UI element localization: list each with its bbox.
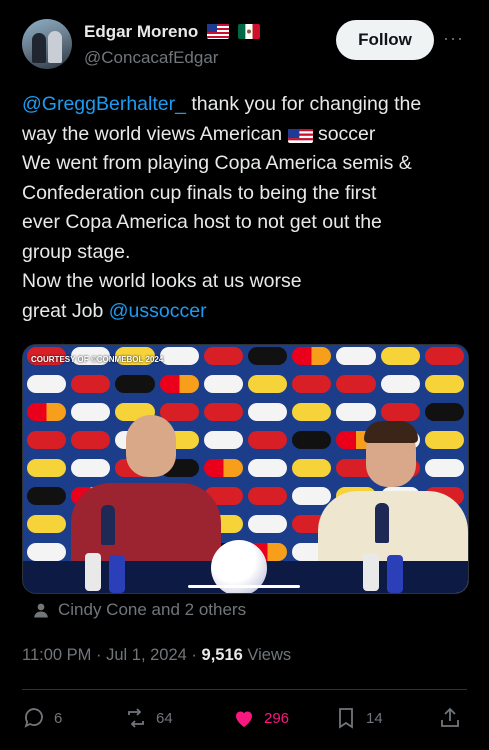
sponsor-logo bbox=[424, 403, 464, 421]
sponsor-logo bbox=[203, 375, 243, 393]
sponsor-logo bbox=[115, 375, 155, 393]
sponsor-logo bbox=[380, 347, 420, 365]
sponsor-logo bbox=[248, 459, 288, 477]
mexico-flag-icon bbox=[237, 24, 260, 39]
tweet-text: @GreggBerhalter_ thank you for changing … bbox=[22, 90, 472, 326]
tweet-line: way the world views American soccer bbox=[22, 122, 376, 145]
sponsor-logo bbox=[248, 347, 288, 365]
media-credit: COURTESY OF ©CONMEBOL 2024 bbox=[31, 355, 164, 364]
bookmark-button[interactable]: 14 bbox=[334, 706, 383, 730]
divider bbox=[22, 689, 467, 690]
sponsor-logo bbox=[380, 375, 420, 393]
post-date[interactable]: Jul 1, 2024 bbox=[106, 646, 187, 664]
us-flag-icon bbox=[287, 126, 313, 143]
like-button[interactable]: 296 bbox=[232, 706, 289, 730]
sponsor-logo bbox=[248, 403, 288, 421]
tweet-line: We went from playing Copa America semis … bbox=[22, 152, 412, 174]
views-count: 9,516 bbox=[201, 646, 243, 664]
sponsor-logo bbox=[203, 347, 243, 365]
reply-icon bbox=[24, 708, 43, 728]
follow-button[interactable]: Follow bbox=[336, 20, 434, 60]
share-icon bbox=[441, 707, 459, 727]
tweet-line: ever Copa America host to not get out th… bbox=[22, 211, 382, 233]
share-button[interactable] bbox=[438, 706, 462, 730]
sponsor-logo bbox=[248, 515, 288, 533]
sponsor-logo bbox=[27, 431, 67, 449]
avatar[interactable] bbox=[22, 19, 72, 69]
media-scrubber[interactable] bbox=[188, 585, 300, 588]
sponsor-logo bbox=[248, 487, 288, 505]
tweet-line: Now the world looks at us worse bbox=[22, 270, 302, 292]
sponsor-logo bbox=[27, 459, 67, 477]
tweet-line: group stage. bbox=[22, 240, 131, 263]
author-name-text[interactable]: Edgar Moreno bbox=[84, 22, 198, 41]
mention-link[interactable]: @ussoccer bbox=[109, 300, 207, 322]
sponsor-logo bbox=[424, 347, 464, 365]
tweet-line: Confederation cup finals to being the fi… bbox=[22, 181, 377, 204]
sponsor-logo bbox=[380, 403, 420, 421]
sponsor-logo bbox=[336, 403, 376, 421]
sponsor-logo bbox=[336, 347, 376, 365]
liked-by-text[interactable]: Cindy Cone and 2 others bbox=[58, 600, 246, 620]
us-flag-icon bbox=[207, 24, 230, 39]
bottle-icon bbox=[363, 553, 379, 591]
sponsor-logo bbox=[336, 375, 376, 393]
microphone-icon bbox=[375, 503, 389, 543]
sponsor-logo bbox=[248, 431, 288, 449]
sponsor-logo bbox=[424, 375, 464, 393]
bottle-icon bbox=[109, 555, 125, 593]
sponsor-logo bbox=[27, 543, 67, 561]
liked-by[interactable]: Cindy Cone and 2 others bbox=[32, 600, 246, 620]
sponsor-logo bbox=[248, 375, 288, 393]
bottle-icon bbox=[85, 553, 101, 591]
tweet-media-image[interactable]: COURTESY OF ©CONMEBOL 2024 bbox=[22, 344, 469, 594]
sponsor-logo bbox=[159, 347, 199, 365]
bookmark-icon bbox=[339, 708, 353, 729]
repost-button[interactable]: 64 bbox=[124, 706, 173, 730]
more-options-icon[interactable]: ··· bbox=[443, 28, 464, 49]
mention-link[interactable]: @GreggBerhalter_ bbox=[22, 93, 186, 115]
sponsor-logo bbox=[292, 347, 332, 365]
heart-icon bbox=[236, 711, 252, 727]
author-name[interactable]: Edgar Moreno bbox=[84, 22, 260, 42]
reply-button[interactable]: 6 bbox=[22, 706, 62, 730]
post-time[interactable]: 11:00 PM bbox=[22, 646, 91, 664]
views-label: Views bbox=[247, 646, 292, 664]
microphone-icon bbox=[101, 505, 115, 545]
bottle-icon bbox=[387, 555, 403, 593]
tweet-line: great Job @ussoccer bbox=[22, 299, 207, 322]
sponsor-logo bbox=[27, 487, 67, 505]
tweet-meta: 11:00 PM · Jul 1, 2024 · 9,516 Views bbox=[22, 646, 292, 664]
sponsor-logo bbox=[27, 403, 67, 421]
sponsor-logo bbox=[27, 375, 67, 393]
sponsor-logo bbox=[292, 375, 332, 393]
person-icon bbox=[34, 603, 48, 618]
tweet-line: @GreggBerhalter_ thank you for changing … bbox=[22, 93, 422, 115]
sponsor-logo bbox=[71, 375, 111, 393]
repost-icon bbox=[128, 708, 144, 728]
author-handle[interactable]: @ConcacafEdgar bbox=[84, 48, 218, 68]
action-bar: 6 64 296 14 bbox=[22, 706, 467, 736]
sponsor-logo bbox=[27, 515, 67, 533]
sponsor-logo bbox=[292, 403, 332, 421]
sponsor-logo bbox=[159, 375, 199, 393]
